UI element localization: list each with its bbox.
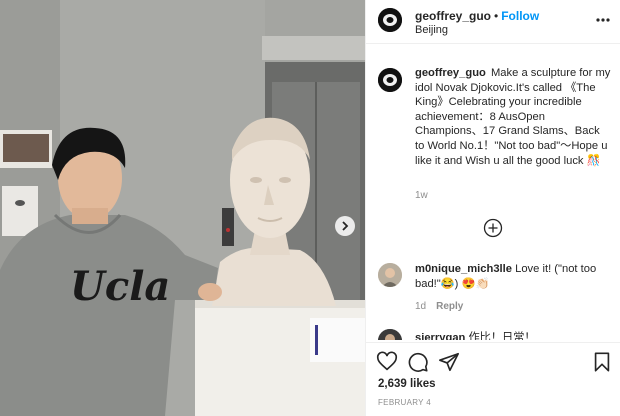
caption-timestamp: 1w (415, 190, 428, 201)
comment-icon[interactable] (407, 351, 429, 373)
author-username[interactable]: geoffrey_guo (415, 9, 491, 23)
comment-meta: 1d Reply (415, 301, 463, 312)
comment-text: 作比！日常！ (468, 332, 536, 340)
separator-dot: • (494, 9, 499, 23)
post-location[interactable]: Beijing (415, 24, 448, 36)
avatar-image (378, 68, 402, 92)
comment-username[interactable]: m0nique_mich3lle (415, 263, 512, 275)
more-options-icon[interactable] (595, 12, 611, 28)
chevron-right-icon (342, 221, 349, 231)
comment-timestamp: 1d (415, 301, 427, 312)
comment-username[interactable]: sierrygan (415, 332, 465, 340)
reply-button[interactable]: Reply (436, 301, 463, 312)
avatar-image (378, 8, 402, 32)
share-icon[interactable] (438, 351, 460, 373)
comment-item: sierrygan 作比！日常！ (415, 329, 536, 340)
bookmark-icon[interactable] (591, 351, 613, 373)
action-bar: 2,639 likes FEBRUARY 4 (366, 342, 620, 416)
post-photo[interactable]: Ucla (0, 0, 365, 416)
next-image-button[interactable] (335, 216, 355, 236)
post-header: geoffrey_guo • Follow Beijing (366, 0, 620, 44)
caption-text: Make a sculpture for my idol Novak Djoko… (415, 67, 611, 167)
commenter-avatar[interactable] (378, 263, 402, 287)
post-side-panel: geoffrey_guo • Follow Beijing geoffrey_guo… (365, 0, 620, 416)
caption-username[interactable]: geoffrey_guo (415, 67, 486, 79)
comments-section[interactable]: geoffrey_guo Make a sculpture for my ido… (366, 52, 620, 340)
sweatshirt-text: Ucla (70, 263, 170, 310)
comment-item: m0nique_mich3lle Love it! ("not too bad!… (415, 262, 611, 291)
like-count[interactable]: 2,639 likes (378, 378, 436, 390)
author-row: geoffrey_guo • Follow (415, 9, 539, 23)
plus-circle-icon[interactable] (483, 218, 503, 238)
author-avatar[interactable] (378, 8, 402, 32)
heart-icon[interactable] (376, 351, 398, 373)
caption-avatar[interactable] (378, 68, 402, 92)
post-caption: geoffrey_guo Make a sculpture for my ido… (415, 66, 611, 168)
commenter-avatar[interactable] (378, 329, 402, 340)
follow-button[interactable]: Follow (501, 9, 539, 23)
post-image: Ucla (0, 0, 365, 416)
post-date: FEBRUARY 4 (378, 398, 431, 407)
avatar-image (378, 263, 402, 287)
avatar-image (378, 329, 402, 340)
